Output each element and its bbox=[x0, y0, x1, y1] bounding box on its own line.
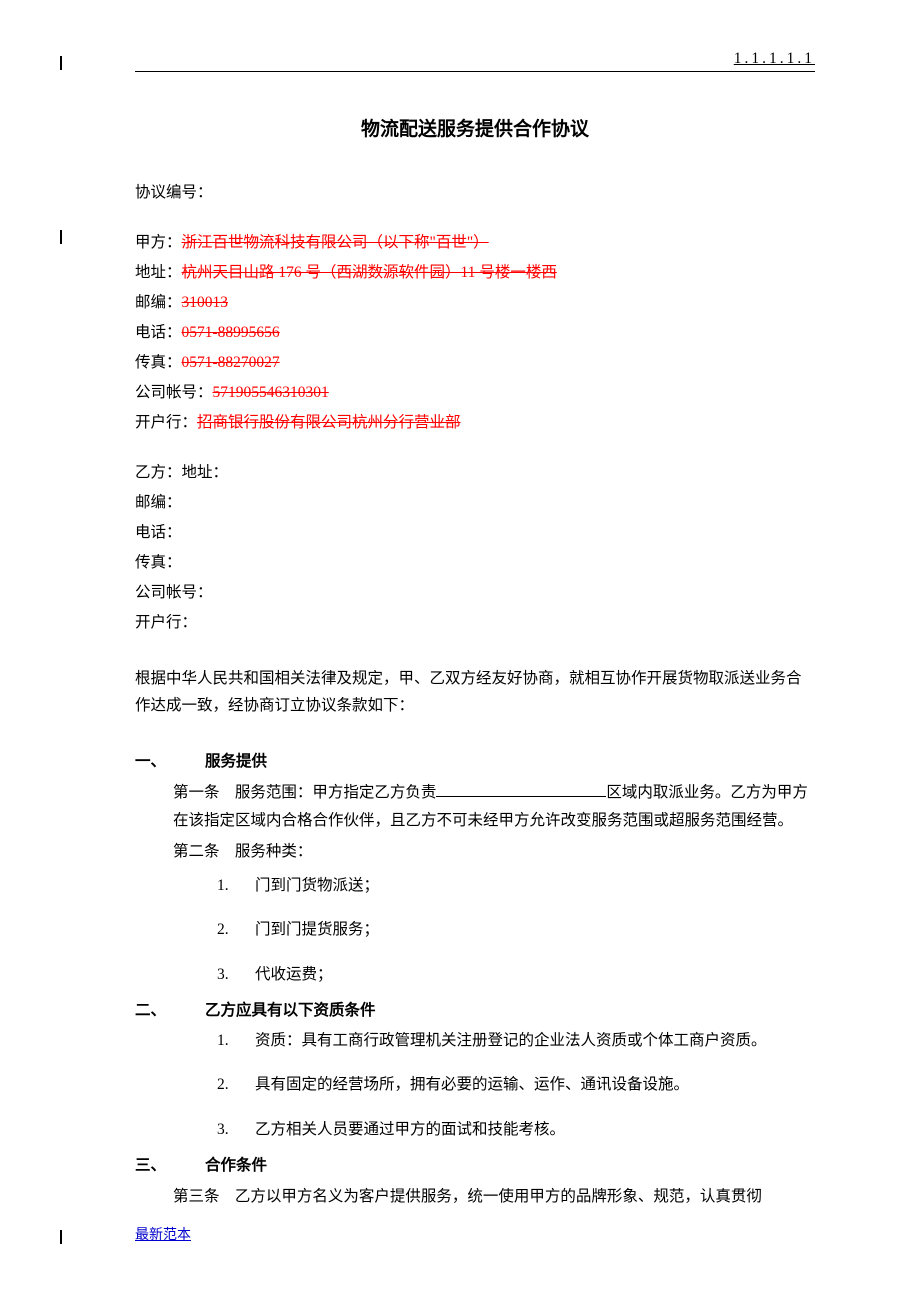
party-b-bank-line: 开户行： bbox=[135, 611, 815, 635]
item-text: 门到门提货服务； bbox=[255, 921, 379, 938]
party-b-fax-line: 传真： bbox=[135, 551, 815, 575]
item-text: 门到门货物派送； bbox=[255, 877, 379, 894]
party-a-name-line: 甲方：浙江百世物流科技有限公司（以下称"百世"） bbox=[135, 231, 815, 255]
party-b-tel-line: 电话： bbox=[135, 521, 815, 545]
section-3-num: 三、 bbox=[135, 1153, 205, 1175]
section-2-title: 乙方应具有以下资质条件 bbox=[205, 1002, 376, 1019]
item-text: 乙方相关人员要通过甲方的面试和技能考核。 bbox=[255, 1121, 565, 1138]
item-num: 1. bbox=[217, 1028, 255, 1054]
fax-label: 传真： bbox=[135, 354, 182, 371]
list-item: 1.门到门货物派送； bbox=[217, 873, 815, 899]
list-item: 2.具有固定的经营场所，拥有必要的运输、运作、通讯设备设施。 bbox=[217, 1072, 815, 1098]
party-a-name: 浙江百世物流科技有限公司（以下称"百世"） bbox=[182, 234, 489, 251]
party-a-acct: 571905546310301 bbox=[213, 384, 329, 401]
party-a-acct-line: 公司帐号：571905546310301 bbox=[135, 381, 815, 405]
clause-3-text: 乙方以甲方名义为客户提供服务，统一使用甲方的品牌形象、规范，认真贯彻 bbox=[235, 1188, 762, 1205]
footer-template-link[interactable]: 最新范本 bbox=[135, 1224, 191, 1244]
clause-1-label: 第一条 bbox=[173, 779, 231, 806]
tel-label: 电话： bbox=[135, 324, 182, 341]
item-num: 1. bbox=[217, 873, 255, 899]
item-num: 2. bbox=[217, 917, 255, 943]
addr-label: 地址： bbox=[135, 264, 182, 281]
list-item: 2.门到门提货服务； bbox=[217, 917, 815, 943]
bank-label: 开户行： bbox=[135, 414, 197, 431]
item-text: 具有固定的经营场所，拥有必要的运输、运作、通讯设备设施。 bbox=[255, 1076, 689, 1093]
clause-2-label: 第二条 bbox=[173, 838, 231, 865]
clause-2-text: 服务种类： bbox=[235, 843, 313, 860]
agreement-number-label: 协议编号： bbox=[135, 181, 815, 205]
section-1-heading: 一、服务提供 bbox=[135, 749, 815, 771]
party-b-acct-line: 公司帐号： bbox=[135, 581, 815, 605]
acct-label: 公司帐号： bbox=[135, 384, 213, 401]
document-page: 1.1.1.1.1 物流配送服务提供合作协议 协议编号： 甲方：浙江百世物流科技… bbox=[135, 50, 815, 1214]
party-b-zip-line: 邮编： bbox=[135, 491, 815, 515]
party-a-bank: 招商银行股份有限公司杭州分行营业部 bbox=[197, 414, 461, 431]
party-a-zip: 310013 bbox=[182, 294, 229, 311]
party-a-fax-line: 传真：0571-88270027 bbox=[135, 351, 815, 375]
page-number: 1.1.1.1.1 bbox=[734, 50, 815, 68]
party-a-label: 甲方： bbox=[135, 234, 182, 251]
zip-label: 邮编： bbox=[135, 294, 182, 311]
party-a-addr-line: 地址：杭州天目山路 176 号（西湖数源软件园）11 号楼一楼西 bbox=[135, 261, 815, 285]
section-3-title: 合作条件 bbox=[205, 1157, 267, 1174]
clause-1: 第一条 服务范围：甲方指定乙方负责区域内取派业务。乙方为甲方在该指定区域内合格合… bbox=[173, 779, 815, 833]
list-item: 3.乙方相关人员要通过甲方的面试和技能考核。 bbox=[217, 1117, 815, 1143]
clause-3-label: 第三条 bbox=[173, 1183, 231, 1210]
party-b-name-line: 乙方：地址： bbox=[135, 461, 815, 485]
section-1-num: 一、 bbox=[135, 749, 205, 771]
revision-mark bbox=[60, 1230, 62, 1244]
item-text: 资质：具有工商行政管理机关注册登记的企业法人资质或个体工商户资质。 bbox=[255, 1032, 767, 1049]
page-header: 1.1.1.1.1 bbox=[135, 50, 815, 72]
clause-1-text-a: 服务范围：甲方指定乙方负责 bbox=[235, 784, 437, 801]
document-title: 物流配送服务提供合作协议 bbox=[135, 114, 815, 141]
party-a-bank-line: 开户行：招商银行股份有限公司杭州分行营业部 bbox=[135, 411, 815, 435]
party-a-zip-line: 邮编：310013 bbox=[135, 291, 815, 315]
blank-field bbox=[436, 780, 606, 797]
item-text: 代收运费； bbox=[255, 966, 333, 983]
section-2-heading: 二、乙方应具有以下资质条件 bbox=[135, 998, 815, 1020]
party-a-fax: 0571-88270027 bbox=[182, 354, 280, 371]
revision-mark bbox=[60, 56, 62, 70]
section-1-title: 服务提供 bbox=[205, 753, 267, 770]
revision-mark bbox=[60, 230, 62, 244]
item-num: 3. bbox=[217, 1117, 255, 1143]
item-num: 2. bbox=[217, 1072, 255, 1098]
item-num: 3. bbox=[217, 962, 255, 988]
clause-2: 第二条 服务种类： bbox=[173, 838, 815, 865]
party-a-tel: 0571-88995656 bbox=[182, 324, 280, 341]
clause-3: 第三条 乙方以甲方名义为客户提供服务，统一使用甲方的品牌形象、规范，认真贯彻 bbox=[173, 1183, 815, 1210]
list-item: 1.资质：具有工商行政管理机关注册登记的企业法人资质或个体工商户资质。 bbox=[217, 1028, 815, 1054]
party-a-addr: 杭州天目山路 176 号（西湖数源软件园）11 号楼一楼西 bbox=[182, 264, 557, 281]
list-item: 3.代收运费； bbox=[217, 962, 815, 988]
section-3-heading: 三、合作条件 bbox=[135, 1153, 815, 1175]
party-a-tel-line: 电话：0571-88995656 bbox=[135, 321, 815, 345]
section-2-num: 二、 bbox=[135, 998, 205, 1020]
preamble-text: 根据中华人民共和国相关法律及规定，甲、乙双方经友好协商，就相互协作开展货物取派送… bbox=[135, 665, 815, 719]
